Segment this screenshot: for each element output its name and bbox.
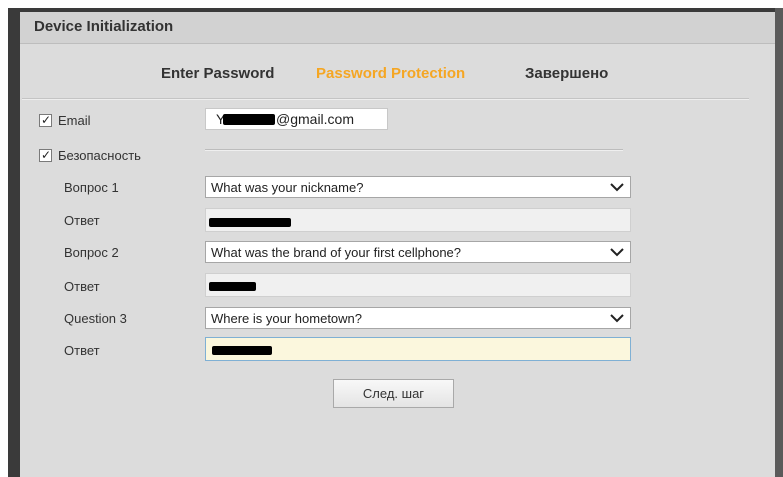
dialog-titlebar: Device Initialization	[20, 12, 775, 44]
security-divider	[205, 149, 623, 151]
window-border-left	[8, 8, 20, 477]
chevron-down-icon	[610, 314, 624, 323]
email-field[interactable]: Y @gmail.com	[205, 108, 388, 130]
answer-2-redaction	[209, 282, 256, 291]
screen: Device Initialization Enter Password Pas…	[0, 0, 783, 477]
step-complete: Завершено	[525, 65, 609, 82]
question-1-label: Вопрос 1	[64, 180, 119, 195]
question-2-selected: What was the brand of your first cellpho…	[211, 245, 462, 260]
answer-1-field[interactable]	[205, 208, 631, 232]
email-checkbox[interactable]: ✓	[39, 113, 52, 127]
question-2-select[interactable]: What was the brand of your first cellpho…	[205, 241, 631, 263]
answer-1-redaction	[209, 218, 291, 227]
question-3-selected: Where is your hometown?	[211, 311, 363, 326]
device-initialization-dialog: Device Initialization Enter Password Pas…	[20, 12, 775, 477]
email-label: Email	[58, 113, 91, 128]
answer-3-field[interactable]	[205, 337, 631, 361]
question-1-selected: What was your nickname?	[211, 180, 364, 195]
answer-2-field[interactable]	[205, 273, 631, 297]
security-checkbox[interactable]: ✓	[39, 148, 52, 162]
email-redaction	[223, 114, 275, 125]
question-1-select[interactable]: What was your nickname?	[205, 176, 631, 198]
window-border-right	[775, 8, 783, 477]
chevron-down-icon	[610, 183, 624, 192]
check-icon: ✓	[41, 148, 52, 162]
next-step-button[interactable]: След. шаг	[333, 379, 454, 408]
question-2-label: Вопрос 2	[64, 245, 119, 260]
check-icon: ✓	[41, 113, 52, 127]
answer-2-label: Ответ	[64, 279, 100, 294]
steps-divider	[22, 98, 749, 100]
step-password-protection: Password Protection	[316, 65, 466, 82]
answer-1-label: Ответ	[64, 213, 100, 228]
answer-3-redaction	[212, 346, 272, 355]
step-enter-password: Enter Password	[161, 65, 275, 82]
chevron-down-icon	[610, 248, 624, 257]
answer-3-label: Ответ	[64, 343, 100, 358]
dialog-title: Device Initialization	[34, 18, 174, 35]
email-value-suffix: @gmail.com	[276, 111, 355, 127]
question-3-label: Question 3	[64, 311, 127, 326]
question-3-select[interactable]: Where is your hometown?	[205, 307, 631, 329]
security-label: Безопасность	[58, 148, 141, 163]
